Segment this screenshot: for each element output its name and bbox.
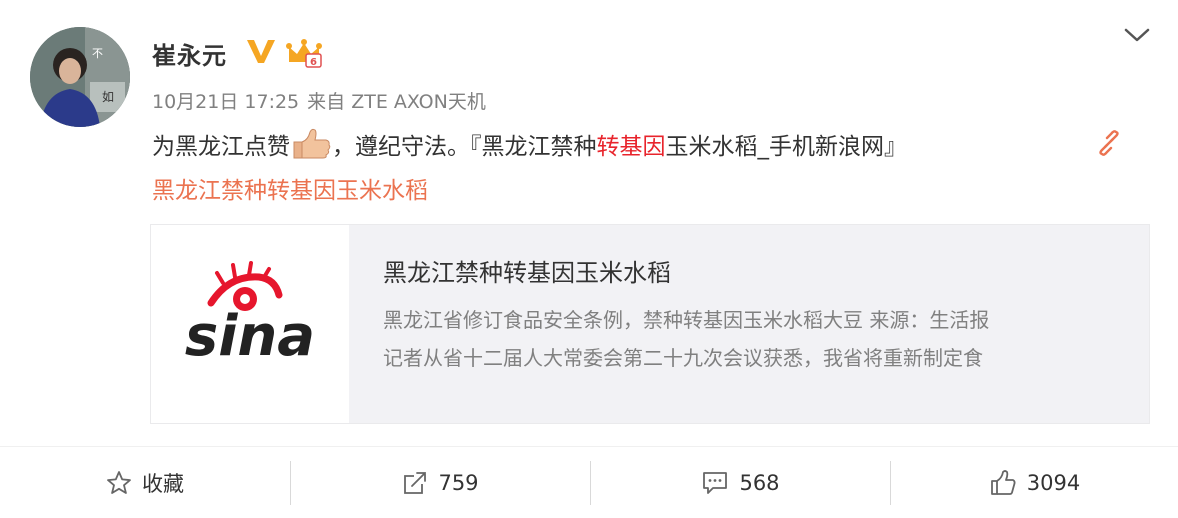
like-count: 3094 xyxy=(1026,471,1081,495)
link-preview-card[interactable]: sina 黑龙江禁种转基因玉米水稻 黑龙江省修订食品安全条例，禁种转基因玉米水稻… xyxy=(150,224,1150,424)
post-text-middle: ，遵纪守法。『黑龙江禁种 xyxy=(332,134,597,160)
svg-text:6: 6 xyxy=(310,57,317,68)
user-name[interactable]: 崔永元 xyxy=(152,36,227,71)
preview-desc-line: 记者从省十二届人大常委会第二十九次会议获悉，我省将重新制定食 xyxy=(383,346,983,370)
avatar[interactable]: 不 如 xyxy=(30,27,130,127)
thumbs-up-icon xyxy=(990,470,1016,495)
preview-description: 黑龙江省修订食品安全条例，禁种转基因玉米水稻大豆 来源：生活报 记者从省十二届人… xyxy=(383,301,1123,377)
preview-desc-line: 黑龙江省修订食品安全条例，禁种转基因玉米水稻大豆 来源：生活报 xyxy=(383,308,990,332)
link-icon[interactable] xyxy=(1096,130,1122,156)
post-timestamp[interactable]: 10月21日 17:25 xyxy=(152,91,299,113)
post-meta: 10月21日 17:25 来自 ZTE AXON天机 xyxy=(152,87,486,114)
comment-count: 568 xyxy=(739,471,780,495)
sina-logo: sina xyxy=(151,225,349,423)
favorite-button[interactable]: 收藏 xyxy=(0,458,290,508)
share-icon xyxy=(404,472,427,494)
post-text: 为黑龙江点赞 ，遵纪守法。『黑龙江禁种转基因玉米水稻_手机新浪网』 xyxy=(152,128,907,162)
thumbs-up-emoji-icon xyxy=(293,128,331,159)
member-crown-icon[interactable]: 6 xyxy=(286,38,322,68)
star-icon xyxy=(107,471,131,494)
chevron-down-icon[interactable] xyxy=(1122,24,1152,46)
repost-count: 759 xyxy=(438,471,479,495)
repost-button[interactable]: 759 xyxy=(291,458,590,508)
post-text-after: 玉米水稻_手机新浪网』 xyxy=(665,134,908,160)
svg-text:不: 不 xyxy=(92,47,103,60)
verified-v-icon xyxy=(247,40,275,63)
preview-title[interactable]: 黑龙江禁种转基因玉米水稻 xyxy=(383,253,671,288)
topic-link[interactable]: 黑龙江禁种转基因玉米水稻 xyxy=(152,174,428,208)
svg-text:如: 如 xyxy=(102,89,114,104)
comment-button[interactable]: 568 xyxy=(591,458,890,508)
post-text-highlight: 转基因 xyxy=(596,134,666,160)
divider xyxy=(0,446,1178,447)
favorite-label: 收藏 xyxy=(142,472,184,496)
comment-icon xyxy=(703,472,728,494)
like-button[interactable]: 3094 xyxy=(891,458,1178,508)
post-source: 来自 ZTE AXON天机 xyxy=(307,91,486,113)
weibo-post-card: 不 如 崔永元 6 10月21日 17:25 来自 ZTE AXON天机 为黑龙江… xyxy=(0,0,1178,518)
post-text-before: 为黑龙江点赞 xyxy=(152,134,290,160)
sina-logo-text: sina xyxy=(185,304,315,369)
